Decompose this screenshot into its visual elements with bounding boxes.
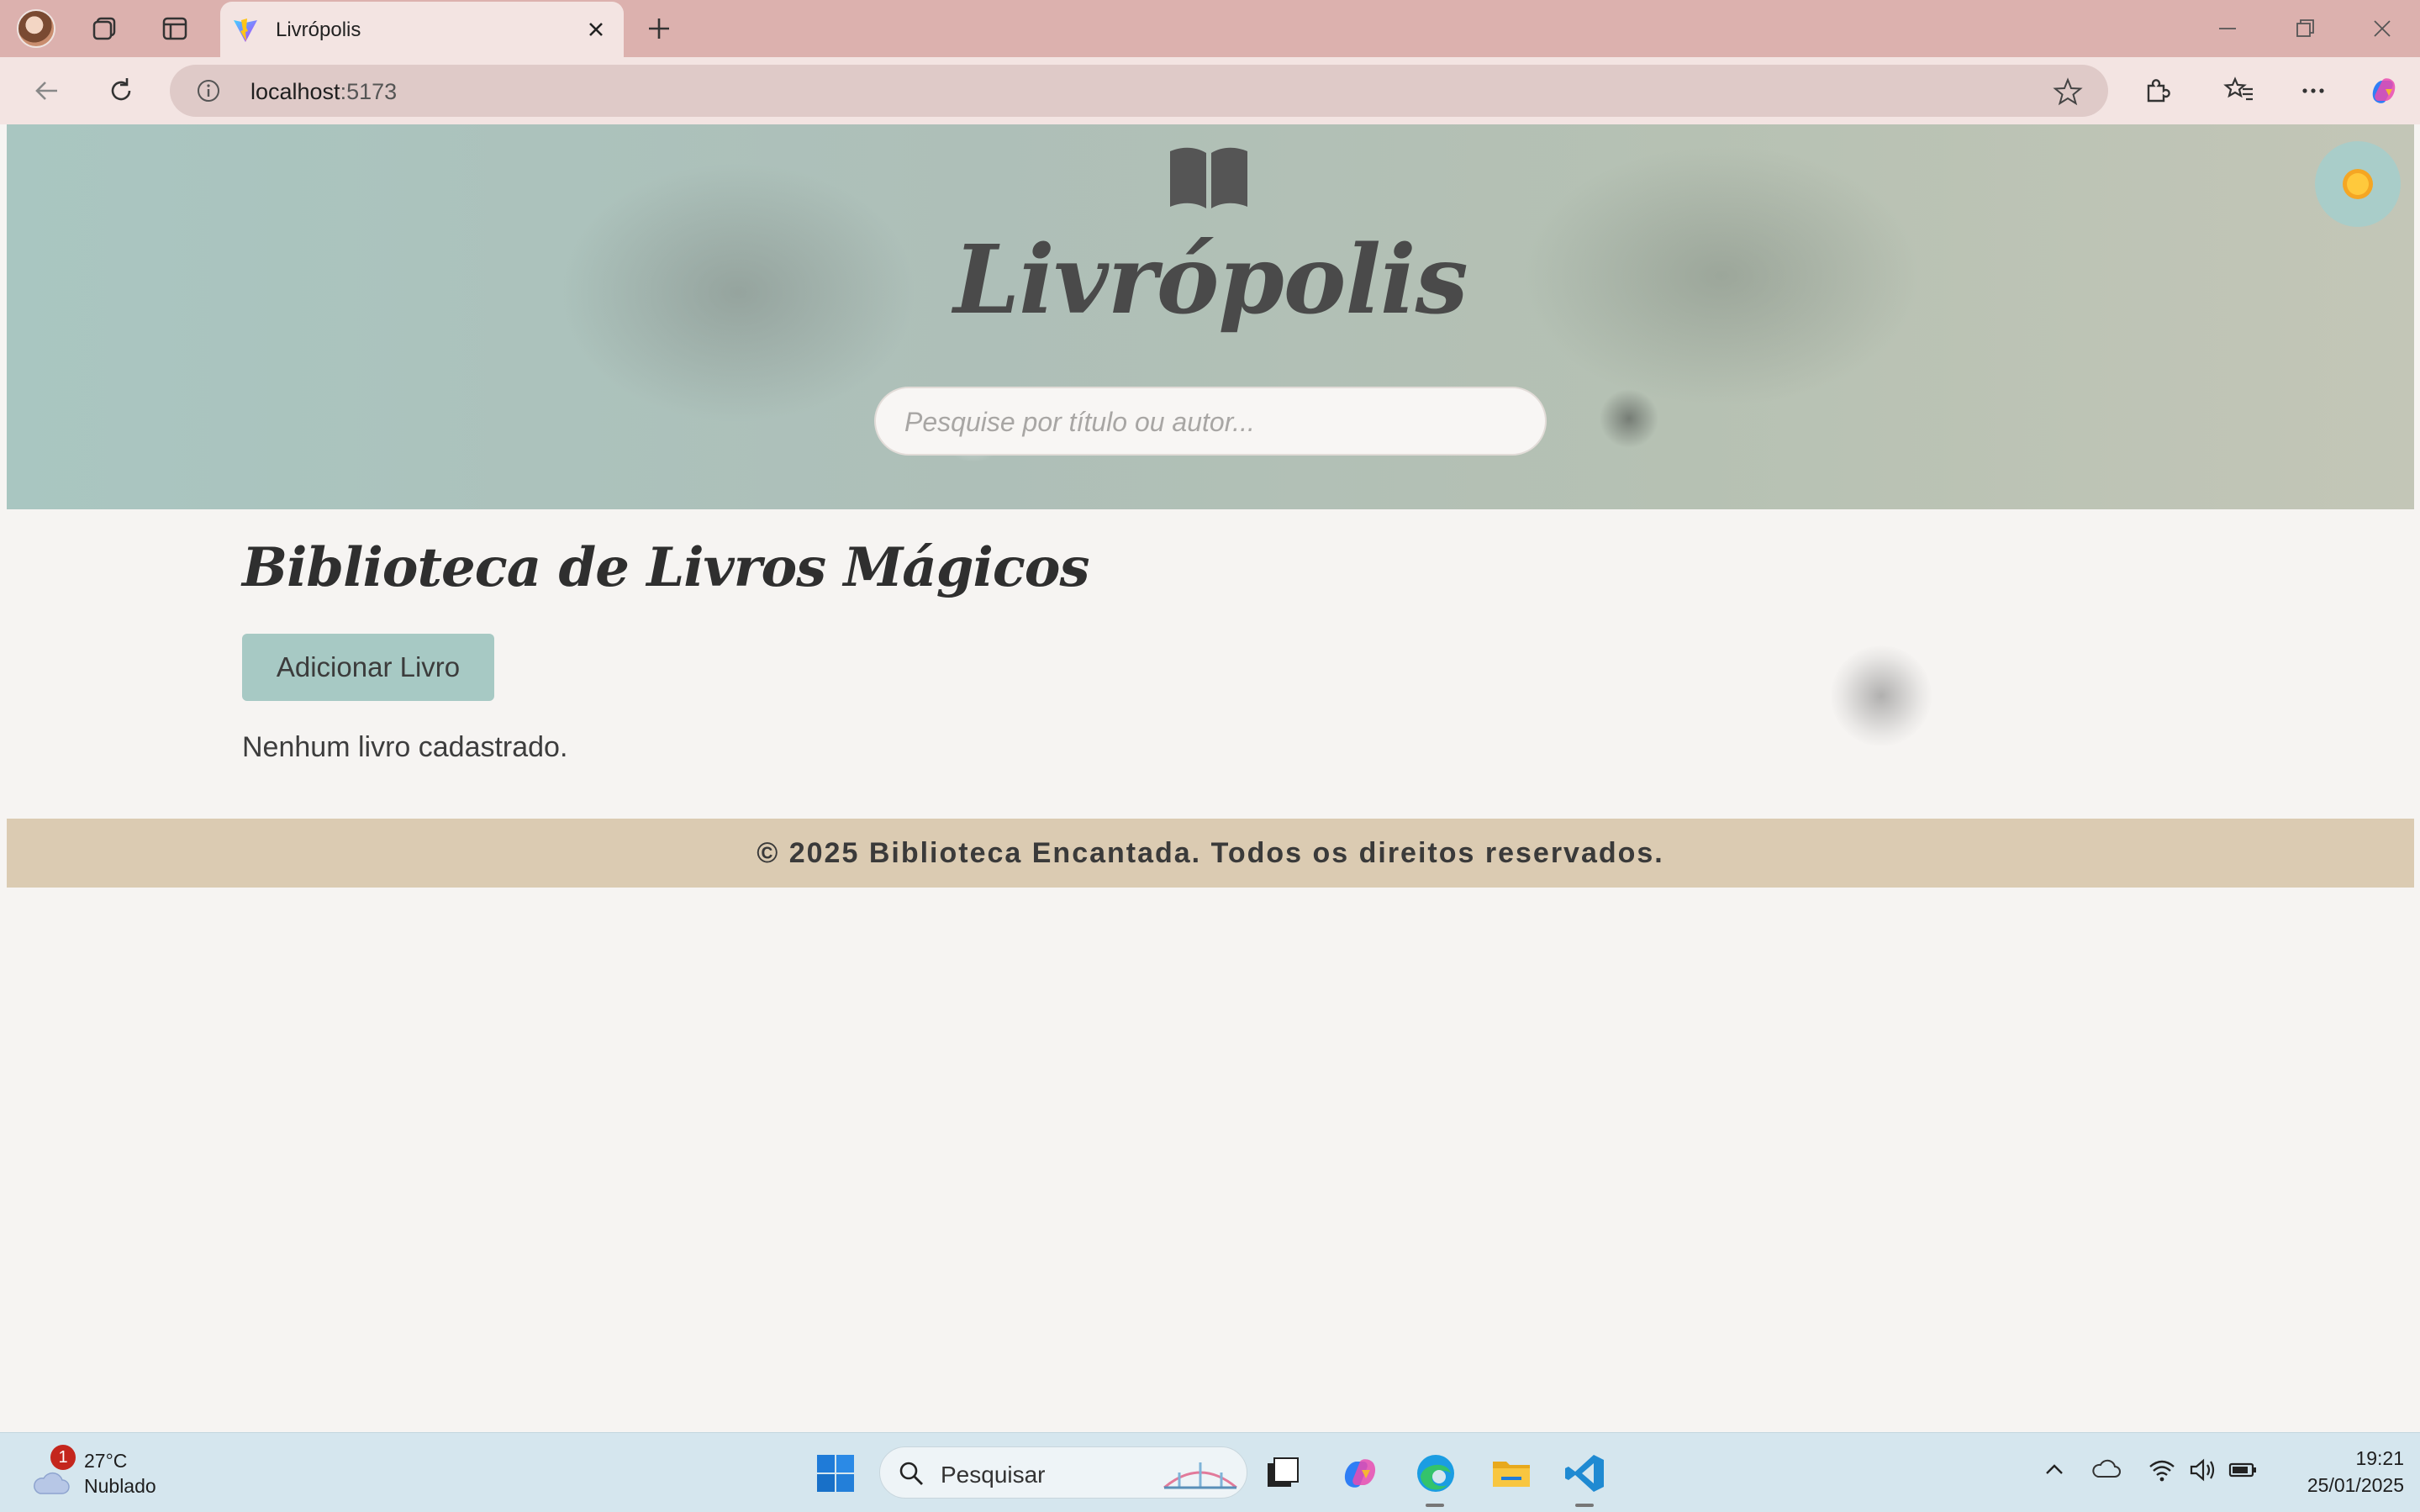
search-icon (899, 1462, 923, 1485)
new-tab-icon[interactable] (642, 12, 676, 45)
vscode-running-indicator (1575, 1504, 1594, 1507)
copilot-app-icon[interactable] (1338, 1451, 1382, 1495)
weather-widget[interactable]: 1 27°C Nublado (30, 1445, 198, 1504)
battery-icon[interactable] (2228, 1455, 2258, 1485)
chevron-up-icon[interactable] (2039, 1455, 2069, 1485)
volume-icon[interactable] (2187, 1455, 2217, 1485)
app-title: Livrópolis (953, 225, 1468, 335)
cloud-icon (34, 1472, 70, 1494)
minimize-icon[interactable] (2211, 12, 2244, 45)
browser-toolbar: localhost:5173 (0, 57, 2420, 124)
notification-badge: 1 (50, 1445, 76, 1470)
windows-taskbar: 1 27°C Nublado Pesquisar 19:21 25/01/202… (0, 1432, 2420, 1512)
back-arrow-icon[interactable] (30, 74, 64, 108)
taskbar-search-label: Pesquisar (941, 1462, 1046, 1488)
web-page: Livrópolis Biblioteca de Livros Mágicos … (7, 124, 2414, 1427)
site-info-icon[interactable] (195, 77, 222, 104)
vscode-icon[interactable] (1563, 1451, 1607, 1495)
tab-livropolis[interactable]: Livrópolis (220, 2, 624, 57)
browser-tab-bar: Livrópolis (0, 0, 2420, 57)
cloud-sync-icon[interactable] (2091, 1455, 2122, 1485)
page-footer: © 2025 Biblioteca Encantada. Todos os di… (7, 819, 2414, 888)
screen: Livrópolis localhost:5173 Livrópolis Pes… (0, 0, 2420, 1512)
open-book-icon (1170, 147, 1247, 208)
book-search-box[interactable] (874, 387, 1547, 456)
extensions-icon[interactable] (2140, 74, 2174, 108)
file-explorer-icon[interactable] (1489, 1451, 1533, 1495)
edge-browser-icon[interactable] (1414, 1451, 1458, 1495)
favorites-icon[interactable] (2222, 74, 2256, 108)
restore-icon[interactable] (2288, 12, 2322, 45)
clock-time: 19:21 (2355, 1447, 2404, 1469)
system-clock[interactable]: 19:21 25/01/2025 (2270, 1445, 2404, 1499)
url-text: localhost:5173 (250, 79, 398, 104)
task-view-icon[interactable] (1261, 1451, 1305, 1495)
bridge-illustration-icon (1163, 1462, 1237, 1489)
address-bar[interactable]: localhost:5173 (170, 65, 2108, 117)
footer-text: © 2025 Biblioteca Encantada. Todos os di… (757, 836, 1664, 869)
favorite-star-icon[interactable] (2053, 76, 2083, 107)
add-book-button[interactable]: Adicionar Livro (242, 634, 494, 701)
theme-toggle-button[interactable] (2315, 141, 2401, 227)
more-options-icon[interactable] (2296, 74, 2330, 108)
weather-description: Nublado (84, 1475, 156, 1497)
close-window-icon[interactable] (2365, 12, 2399, 45)
sun-icon (2343, 169, 2373, 199)
windows-start-icon[interactable] (815, 1453, 856, 1494)
vertical-tabs-icon[interactable] (156, 10, 193, 47)
workspaces-icon[interactable] (86, 10, 123, 47)
main-content: Biblioteca de Livros Mágicos Adicionar L… (242, 536, 2175, 763)
hero-header: Livrópolis (7, 124, 2414, 509)
taskbar-search[interactable]: Pesquisar (879, 1446, 1247, 1499)
edge-running-indicator (1426, 1504, 1444, 1507)
book-search-input[interactable] (904, 403, 1510, 440)
tab-title: Livrópolis (276, 18, 361, 41)
weather-temperature: 27°C (84, 1450, 128, 1472)
wifi-icon[interactable] (2147, 1455, 2177, 1485)
vite-favicon-icon (234, 18, 257, 42)
close-tab-icon[interactable] (583, 17, 609, 42)
empty-state-message: Nenhum livro cadastrado. (242, 731, 568, 763)
copilot-icon[interactable] (2367, 74, 2401, 108)
profile-avatar[interactable] (17, 9, 55, 48)
decorative-blur (1831, 645, 1932, 746)
library-heading: Biblioteca de Livros Mágicos (242, 536, 1090, 599)
reload-icon[interactable] (104, 74, 138, 108)
clock-date: 25/01/2025 (2307, 1474, 2404, 1496)
